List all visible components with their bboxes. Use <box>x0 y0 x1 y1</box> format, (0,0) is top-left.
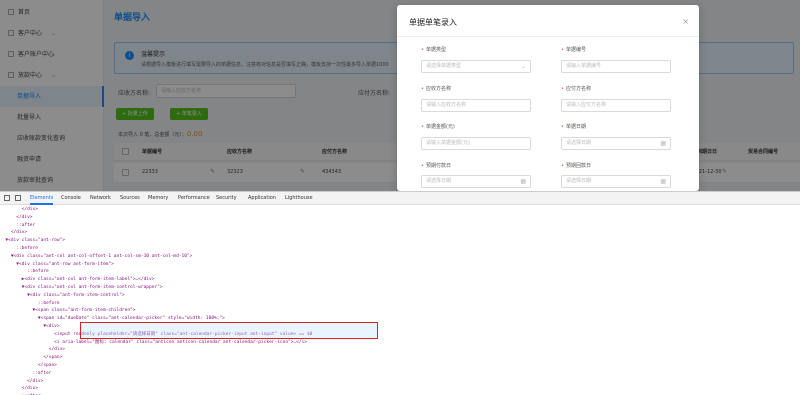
label-text: 单据编号 <box>565 47 586 53</box>
app-screen: 首页 客户中心 ⌄ 客户账户中心 ⌄ 放款中心 ⌄ 单据导入 批量导入 应收账款变化查… <box>0 0 800 191</box>
tab-network[interactable]: Network <box>90 192 111 205</box>
dom-node-line[interactable]: ::after <box>0 222 800 230</box>
tab-elements[interactable]: Elements <box>30 192 54 205</box>
tab-sources[interactable]: Sources <box>120 192 140 205</box>
field-label-expected-collect-date: • 预期回款日 <box>561 163 591 169</box>
document-no-input[interactable]: 请输入单据编号 <box>561 60 671 73</box>
receivable-name-field[interactable]: 请输入应收方名称 <box>421 99 531 112</box>
calendar-icon: ▦ <box>520 178 526 185</box>
modal-title: 单据单笔录入 <box>409 18 457 27</box>
placeholder-text: 请输入单据编号 <box>566 63 602 69</box>
tab-performance[interactable]: Performance <box>178 192 210 205</box>
dom-node-line[interactable]: ▼<div class="ant-col ant-form-item-contr… <box>0 284 800 292</box>
dom-node-line[interactable]: </div> <box>0 378 800 386</box>
label-text: 单据金额(元) <box>425 124 455 130</box>
label-text: 应收方名称 <box>425 86 451 92</box>
dom-node-line[interactable]: </div> <box>0 385 800 393</box>
placeholder-text: 请输入应付方名称 <box>566 102 607 108</box>
chevron-down-icon: ⌄ <box>520 63 526 70</box>
placeholder-text: 请选择日期 <box>426 178 452 184</box>
dom-node-line[interactable]: ::before <box>0 268 800 276</box>
label-text: 预期回款日 <box>565 163 591 169</box>
tab-console[interactable]: Console <box>61 192 81 205</box>
calendar-icon: ▦ <box>660 140 666 147</box>
field-label-receivable-name: • 应收方名称 <box>421 86 451 92</box>
dom-node-line[interactable]: </div> <box>0 214 800 222</box>
dom-node-line[interactable]: ▼<div class="ant-form-item-control"> <box>0 292 800 300</box>
dom-node-line[interactable]: ::before <box>0 300 800 308</box>
dom-node-line[interactable]: ▼<div class="ant-row"> <box>0 237 800 245</box>
tab-memory[interactable]: Memory <box>148 192 168 205</box>
tab-security[interactable]: Security <box>216 192 237 205</box>
highlighted-input-line <box>80 322 378 339</box>
devtools-panel: Elements Console Network Sources Memory … <box>0 191 800 395</box>
field-label-expected-pay-date: • 预期付款日 <box>421 163 451 169</box>
placeholder-text: 请选择单据类型 <box>426 63 462 69</box>
modal-divider <box>397 36 699 37</box>
field-label-document-date: • 单据日期 <box>561 124 586 130</box>
dom-node-line[interactable]: ▼<div class="ant-row ant-form-item"> <box>0 261 800 269</box>
field-label-document-type: • 单据类型 <box>421 47 446 53</box>
close-icon[interactable]: × <box>682 17 689 26</box>
dom-node-line[interactable]: ::before <box>0 245 800 253</box>
devtools-tabbar: Elements Console Network Sources Memory … <box>0 192 800 205</box>
placeholder-text: 请输入单据金额(元) <box>426 140 470 146</box>
inspect-icon[interactable] <box>4 195 10 201</box>
dom-node-line[interactable]: ▼<div class="ant-col ant-col-offset-1 an… <box>0 253 800 261</box>
calendar-icon: ▦ <box>660 178 666 185</box>
tab-application[interactable]: Application <box>248 192 276 205</box>
dom-node-line[interactable]: ::after <box>0 370 800 378</box>
dom-node-line[interactable]: </div> <box>0 346 800 354</box>
label-text: 单据类型 <box>425 47 446 53</box>
tab-lighthouse[interactable]: Lighthouse <box>285 192 313 205</box>
expected-pay-date-picker[interactable]: 请选择日期 ▦ <box>421 175 531 188</box>
label-text: 应付方名称 <box>565 86 591 92</box>
dom-node-line[interactable]: </span> <box>0 362 800 370</box>
dom-node-line[interactable]: </span> <box>0 354 800 362</box>
placeholder-text: 请选择日期 <box>566 140 592 146</box>
placeholder-text: 请输入应收方名称 <box>426 102 467 108</box>
device-toggle-icon[interactable] <box>15 195 21 201</box>
dom-node-line[interactable]: </div> <box>0 206 800 214</box>
label-text: 预期付款日 <box>425 163 451 169</box>
placeholder-text: 请选择日期 <box>566 178 592 184</box>
single-entry-modal: 单据单笔录入 × • 单据类型 请选择单据类型 ⌄ • 单据编号 请输入单据编号 • 应… <box>397 5 699 191</box>
dom-node-line[interactable]: <i aria-label="图标: calendar" class="anti… <box>0 339 800 347</box>
dom-node-line[interactable]: ▼<span class="ant-form-item-children"> <box>0 307 800 315</box>
field-label-payable-name: • 应付方名称 <box>561 86 591 92</box>
document-type-select[interactable]: 请选择单据类型 ⌄ <box>421 60 531 73</box>
document-date-picker[interactable]: 请选择日期 ▦ <box>561 137 671 150</box>
label-text: 单据日期 <box>565 124 586 130</box>
elements-tree: </div> </div> ::after </div> ▼<div class… <box>0 206 800 395</box>
dom-node-line[interactable]: ▶<div class="ant-col ant-form-item-label… <box>0 276 800 284</box>
field-label-document-no: • 单据编号 <box>561 47 586 53</box>
amount-input[interactable]: 请输入单据金额(元) <box>421 137 531 150</box>
field-label-amount: • 单据金额(元) <box>421 124 455 130</box>
expected-collect-date-picker[interactable]: 请选择日期 ▦ <box>561 175 671 188</box>
dom-node-line[interactable]: </div> <box>0 229 800 237</box>
payable-name-field[interactable]: 请输入应付方名称 <box>561 99 671 112</box>
